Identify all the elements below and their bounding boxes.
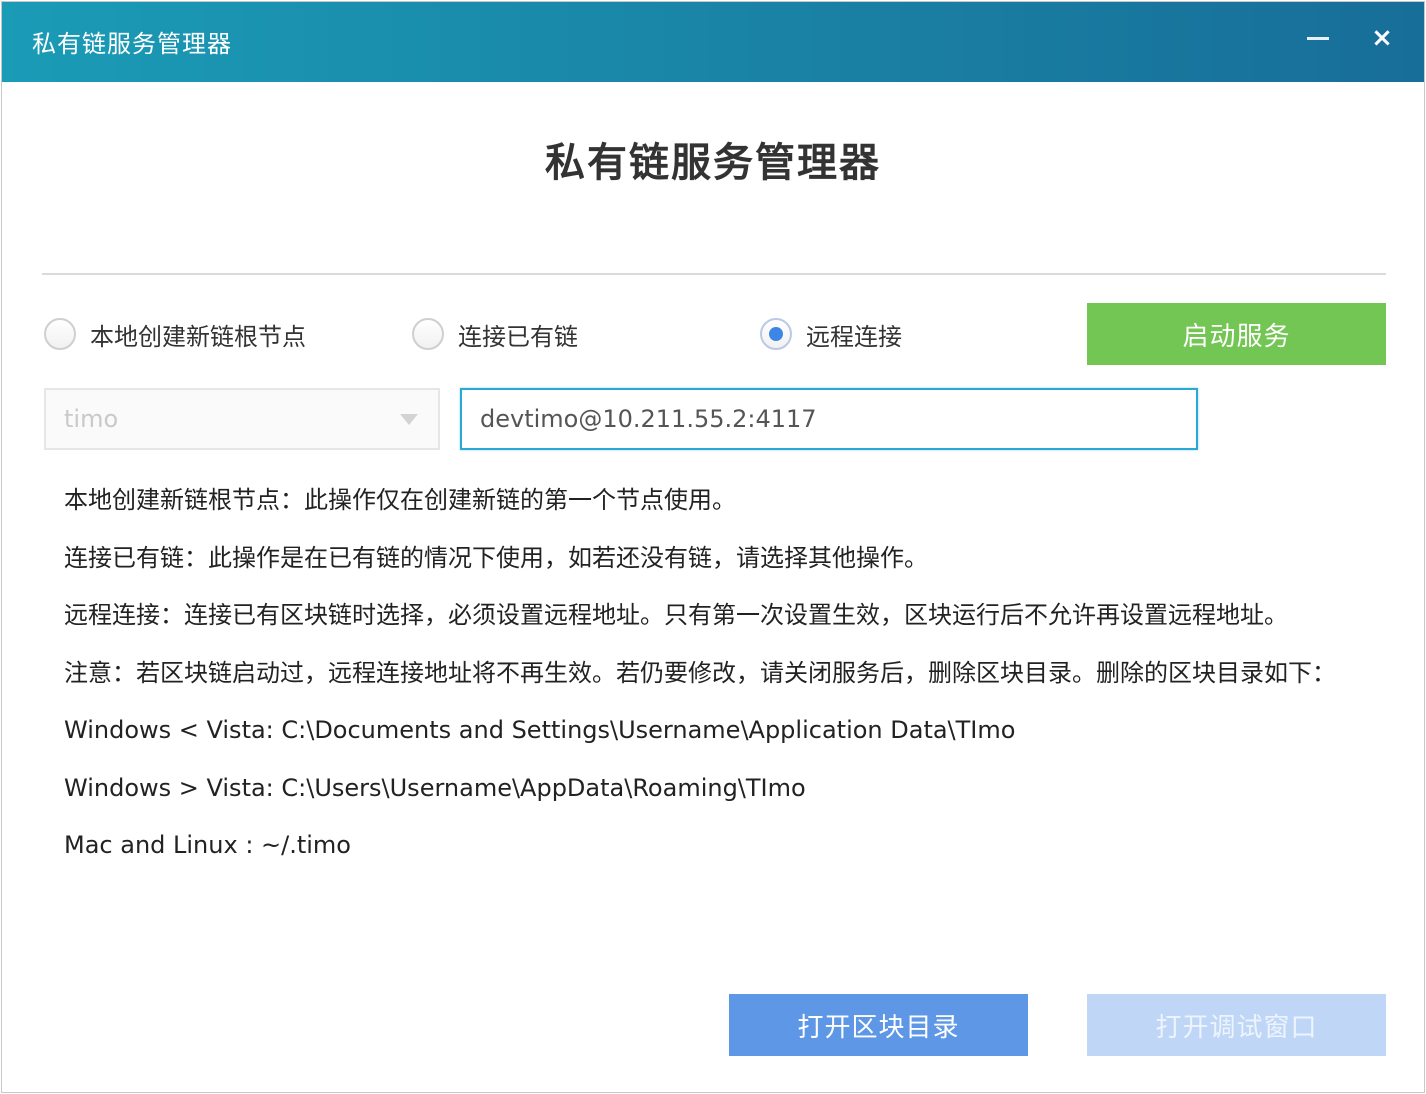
radio-connect-existing[interactable]: 连接已有链	[412, 315, 578, 353]
radio-circle-icon	[44, 318, 76, 350]
page-title: 私有链服务管理器	[545, 140, 881, 186]
title-bar: 私有链服务管理器 ×	[2, 2, 1424, 82]
close-button[interactable]: ×	[1364, 20, 1400, 56]
desc-path-windows-new: Windows > Vista: C:\Users\Username\AppDa…	[64, 773, 806, 802]
radio-label: 远程连接	[806, 322, 902, 351]
chevron-down-icon	[400, 413, 418, 425]
desc-connect-existing: 连接已有链：此操作是在已有链的情况下使用，如若还没有链，请选择其他操作。	[64, 543, 928, 572]
radio-label: 连接已有链	[458, 322, 578, 351]
radio-label: 本地创建新链根节点	[90, 322, 306, 351]
open-debug-window-button[interactable]: 打开调试窗口	[1087, 994, 1386, 1056]
radio-checked-icon	[760, 318, 792, 350]
desc-notice: 注意：若区块链启动过，远程连接地址将不再生效。若仍要修改，请关闭服务后，删除区块…	[64, 658, 1336, 687]
node-select-value: timo	[64, 405, 119, 433]
remote-address-input[interactable]	[460, 388, 1198, 450]
minimize-icon	[1307, 36, 1329, 40]
radio-remote-connect[interactable]: 远程连接	[760, 315, 902, 353]
close-icon: ×	[1371, 23, 1393, 53]
window-title: 私有链服务管理器	[32, 30, 232, 58]
desc-local-root: 本地创建新链根节点：此操作仅在创建新链的第一个节点使用。	[64, 486, 736, 514]
app-window: 私有链服务管理器 × 私有链服务管理器 本地创建新链根节点 连接已有链 远程连接…	[1, 1, 1425, 1093]
start-service-button[interactable]: 启动服务	[1087, 303, 1386, 365]
radio-local-root[interactable]: 本地创建新链根节点	[44, 315, 306, 353]
desc-remote-connect: 远程连接：连接已有区块链时选择，必须设置远程地址。只有第一次设置生效，区块运行后…	[64, 601, 1288, 629]
desc-path-windows-old: Windows < Vista: C:\Documents and Settin…	[64, 716, 1016, 744]
desc-path-mac-linux: Mac and Linux : ~/.timo	[64, 831, 351, 859]
radio-circle-icon	[412, 318, 444, 350]
divider	[42, 273, 1386, 275]
description: 本地创建新链根节点：此操作仅在创建新链的第一个节点使用。 连接已有链：此操作是在…	[64, 472, 1354, 875]
minimize-button[interactable]	[1300, 20, 1336, 56]
node-select[interactable]: timo	[44, 388, 440, 450]
open-block-dir-button[interactable]: 打开区块目录	[729, 994, 1028, 1056]
